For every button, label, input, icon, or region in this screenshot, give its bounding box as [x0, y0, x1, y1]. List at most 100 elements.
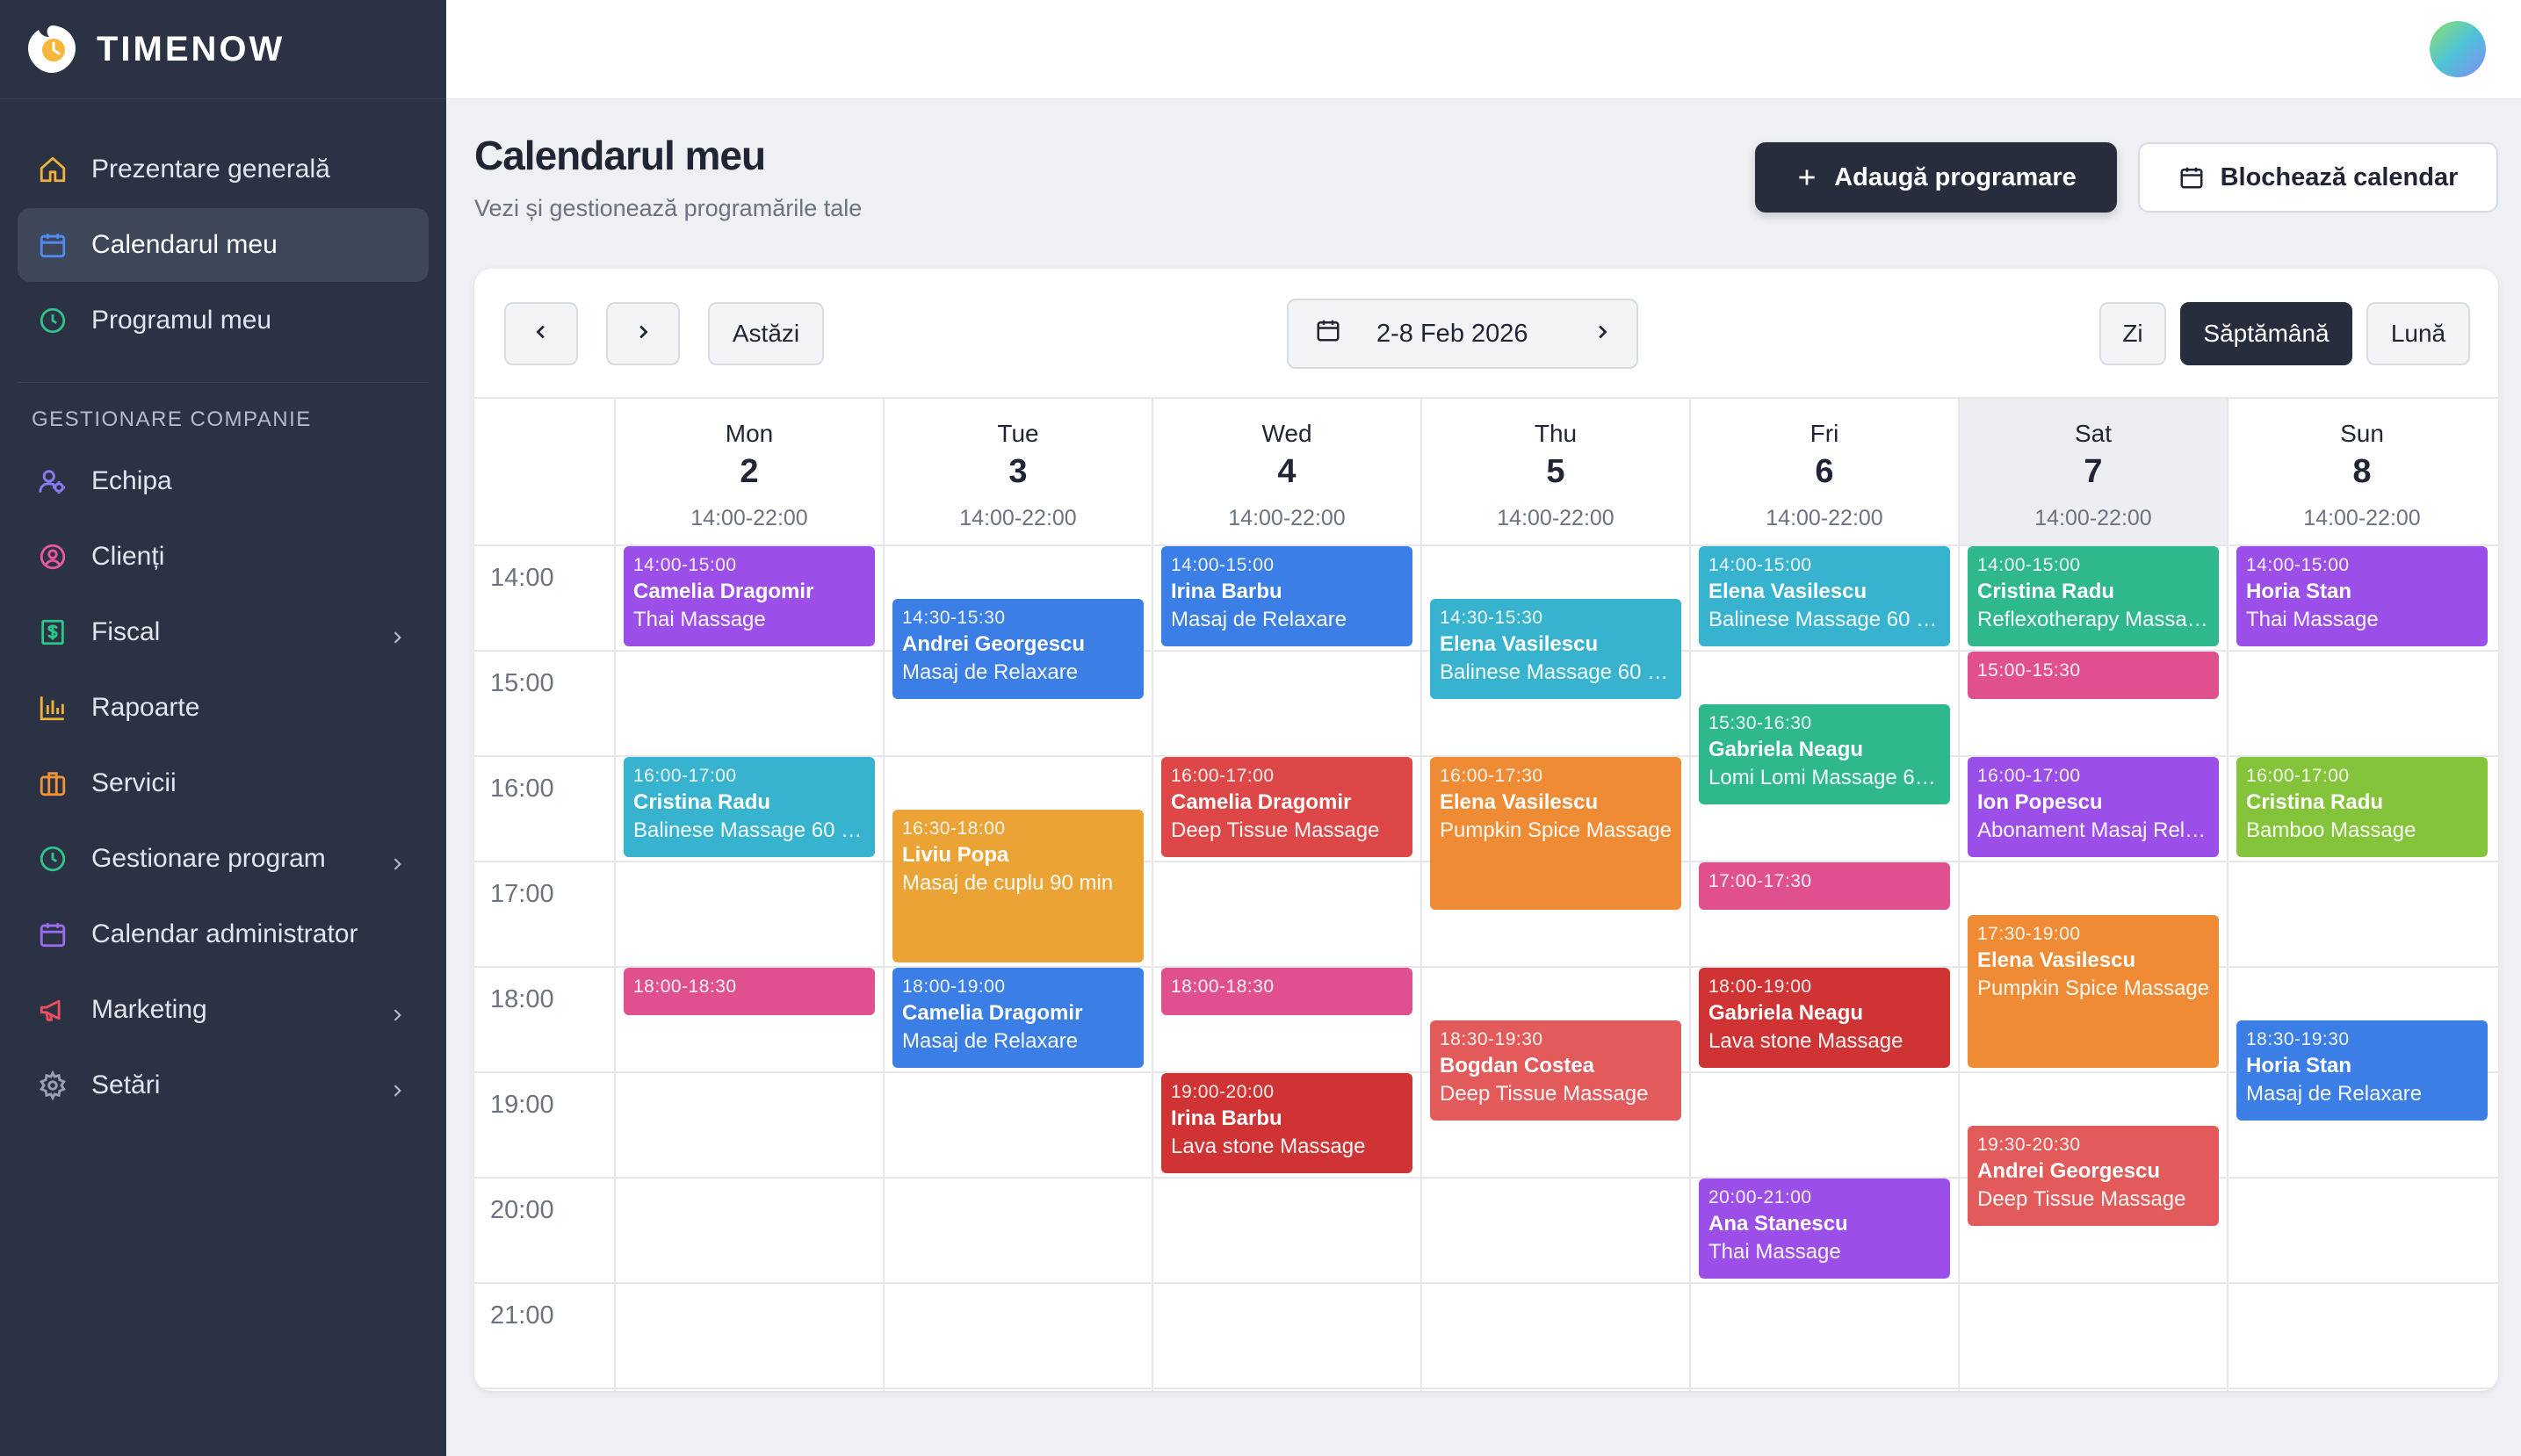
view-month-button[interactable]: Lună — [2366, 302, 2470, 365]
event-client: Gabriela Neagu — [1708, 1001, 1864, 1025]
day-working-hours: 14:00-22:00 — [959, 506, 1077, 530]
appointment-event[interactable]: 14:00-15:00 Horia Stan Thai Massage — [2236, 546, 2488, 646]
chevron-right-icon — [388, 623, 406, 644]
event-time: 14:30-15:30 — [902, 608, 1006, 628]
day-number: 5 — [1546, 453, 1565, 490]
appointment-event[interactable]: 15:30-16:30 Gabriela Neagu Lomi Lomi Massa… — [1699, 704, 1950, 804]
event-service: Masaj de Relaxare — [2246, 1082, 2423, 1106]
day-header[interactable]: Sat 7 14:00-22:00 — [1959, 397, 2228, 544]
time-label: 20:00 — [490, 1196, 554, 1224]
event-service: Bamboo Massage — [2246, 818, 2416, 842]
event-service: Thai Massage — [1708, 1240, 1841, 1264]
appointment-event[interactable]: 16:00-17:00 Camelia Dragomir Deep Tissue M… — [1161, 757, 1412, 857]
day-header[interactable]: Mon 2 14:00-22:00 — [615, 397, 884, 544]
chevron-right-icon — [1593, 320, 1612, 349]
appointment-event[interactable]: 16:00-17:00 Cristina Radu Balinese Massage… — [624, 757, 875, 857]
calendar-icon — [1315, 317, 1341, 350]
sidebar-item-gestionare-program[interactable]: Gestionare program — [18, 822, 429, 896]
sidebar-item-rapoarte[interactable]: Rapoarte — [18, 671, 429, 745]
event-client: Bogdan Costea — [1440, 1054, 1595, 1078]
appointment-event[interactable]: 18:30-19:30 Horia Stan Masaj de Relaxare — [2236, 1020, 2488, 1121]
appointment-event[interactable]: 14:00-15:00 Elena Vasilescu Balinese Massa… — [1699, 546, 1950, 646]
appointment-event[interactable]: 17:30-19:00 Elena Vasilescu Pumpkin Spice … — [1968, 915, 2219, 1068]
appointment-event[interactable]: 18:00-19:00 Gabriela Neagu Lava stone Mass… — [1699, 968, 1950, 1068]
day-name: Fri — [1809, 420, 1839, 447]
sidebar-item-clienti[interactable]: Clienți — [18, 520, 429, 594]
calendar-icon — [37, 229, 69, 261]
sidebar-item-calendar-administrator[interactable]: Calendar administrator — [18, 897, 429, 971]
event-time: 19:30-20:30 — [1977, 1135, 2081, 1155]
add-appointment-button[interactable]: Adaugă programare — [1755, 142, 2117, 213]
appointment-event[interactable]: 18:00-19:00 Camelia Dragomir Masaj de Rela… — [892, 968, 1144, 1068]
appointment-event[interactable]: 18:30-19:30 Bogdan Costea Deep Tissue Mass… — [1430, 1020, 1681, 1121]
appointment-event[interactable]: 16:00-17:30 Elena Vasilescu Pumpkin Spice … — [1430, 757, 1681, 910]
sidebar-item-marketing[interactable]: Marketing — [18, 973, 429, 1047]
day-header[interactable]: Tue 3 14:00-22:00 — [884, 397, 1152, 544]
sidebar-item-label: Marketing — [91, 995, 207, 1024]
day-header[interactable]: Wed 4 14:00-22:00 — [1152, 397, 1421, 544]
appointment-event[interactable]: 19:00-20:00 Irina Barbu Lava stone Massage — [1161, 1073, 1412, 1173]
event-client: Horia Stan — [2246, 580, 2352, 603]
bar-chart-icon — [37, 692, 69, 724]
time-label: 17:00 — [490, 880, 554, 908]
appointment-event[interactable]: 14:00-15:00 Camelia Dragomir Thai Massage — [624, 546, 875, 646]
event-client: Elena Vasilescu — [1708, 580, 1867, 603]
time-label: 15:00 — [490, 669, 554, 697]
event-client: Gabriela Neagu — [1708, 738, 1864, 761]
appointment-event[interactable]: 14:00-15:00 Irina Barbu Masaj de Relaxare — [1161, 546, 1412, 646]
block-calendar-label: Blochează calendar — [2220, 162, 2459, 191]
appointment-event[interactable]: 14:00-15:00 Cristina Radu Reflexotherapy M… — [1968, 546, 2219, 646]
day-name: Sun — [2340, 420, 2384, 447]
appointment-event[interactable]: 20:00-21:00 Ana Stanescu Thai Massage — [1699, 1178, 1950, 1279]
appointment-event[interactable]: 16:30-18:00 Liviu Popa Masaj de cuplu 90 m… — [892, 810, 1144, 962]
appointment-event[interactable]: 17:00-17:30 — [1699, 862, 1950, 910]
appointment-event[interactable]: 14:30-15:30 Andrei Georgescu Masaj de Rela… — [892, 599, 1144, 699]
event-service: Pumpkin Spice Massage — [1977, 977, 2210, 1000]
appointment-event[interactable]: 15:00-15:30 — [1968, 652, 2219, 699]
brand[interactable]: TIMENOW — [0, 0, 446, 99]
company-nav: Echipa Clienți Fiscal Rapoarte Servicii … — [0, 444, 446, 1122]
view-day-button[interactable]: Zi — [2099, 302, 2166, 365]
add-appointment-label: Adaugă programare — [1834, 162, 2077, 191]
event-client: Irina Barbu — [1171, 580, 1282, 603]
event-time: 16:30-18:00 — [902, 818, 1006, 839]
day-header[interactable]: Sun 8 14:00-22:00 — [2228, 397, 2496, 544]
sidebar-item-servicii[interactable]: Servicii — [18, 746, 429, 820]
avatar[interactable] — [2430, 21, 2486, 77]
day-header[interactable]: Fri 6 14:00-22:00 — [1690, 397, 1959, 544]
event-service: Pumpkin Spice Massage — [1440, 818, 1672, 842]
today-button[interactable]: Astăzi — [708, 302, 824, 365]
sidebar-item-programul-meu[interactable]: Programul meu — [18, 284, 429, 357]
grid-line — [1420, 397, 1422, 1391]
block-calendar-button[interactable]: Blochează calendar — [2138, 142, 2498, 213]
appointment-event[interactable]: 19:30-20:30 Andrei Georgescu Deep Tissue M… — [1968, 1126, 2219, 1226]
appointment-event[interactable]: 18:00-18:30 — [1161, 968, 1412, 1015]
day-header[interactable]: Thu 5 14:00-22:00 — [1421, 397, 1690, 544]
appointment-event[interactable]: 14:30-15:30 Elena Vasilescu Balinese Massa… — [1430, 599, 1681, 699]
event-service: Balinese Massage 60 min — [633, 818, 866, 842]
appointment-event[interactable]: 16:00-17:00 Cristina Radu Bamboo Massage — [2236, 757, 2488, 857]
event-time: 18:00-19:00 — [1708, 977, 1812, 997]
sidebar-item-prezentare[interactable]: Prezentare generală — [18, 133, 429, 206]
event-service: Masaj de cuplu 90 min — [902, 871, 1114, 895]
appointment-event[interactable]: 16:00-17:00 Ion Popescu Abonament Masaj Re… — [1968, 757, 2219, 857]
section-title: GESTIONARE COMPANIE — [18, 382, 429, 444]
sidebar-item-label: Fiscal — [91, 617, 161, 646]
sidebar-item-echipa[interactable]: Echipa — [18, 444, 429, 518]
sidebar-item-calendarul-meu[interactable]: Calendarul meu — [18, 208, 429, 282]
event-client: Elena Vasilescu — [1440, 790, 1599, 814]
next-week-button[interactable] — [606, 302, 680, 365]
prev-week-button[interactable] — [504, 302, 578, 365]
view-week-button[interactable]: Săptămână — [2180, 302, 2352, 365]
appointment-event[interactable]: 18:00-18:30 — [624, 968, 875, 1015]
sidebar-item-fiscal[interactable]: Fiscal — [18, 595, 429, 669]
sidebar-item-setari[interactable]: Setări — [18, 1049, 429, 1122]
day-number: 8 — [2352, 453, 2372, 490]
date-range-picker[interactable]: 2-8 Feb 2026 — [1287, 299, 1638, 369]
time-label: 18:00 — [490, 985, 554, 1013]
event-time: 18:30-19:30 — [1440, 1029, 1543, 1049]
sidebar-item-label: Rapoarte — [91, 693, 200, 722]
day-number: 3 — [1008, 453, 1028, 490]
sidebar-item-label: Programul meu — [91, 306, 272, 335]
plus-icon — [1795, 166, 1818, 189]
